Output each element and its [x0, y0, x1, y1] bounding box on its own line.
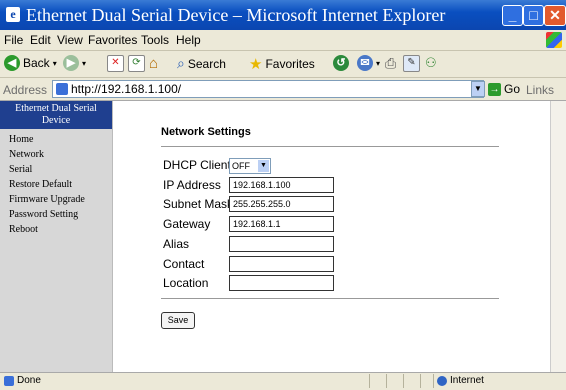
- minimize-button[interactable]: _: [502, 5, 523, 26]
- contact-label: Contact: [163, 257, 205, 271]
- edit-icon: ✎: [403, 55, 420, 72]
- sidebar-item-network[interactable]: Network: [9, 147, 112, 162]
- menu-tools[interactable]: Tools: [141, 33, 169, 47]
- contact-field[interactable]: [229, 256, 334, 272]
- gateway-field[interactable]: 192.168.1.1: [229, 216, 334, 232]
- status-bar: Done Internet: [0, 372, 566, 390]
- address-input[interactable]: http://192.168.1.100/: [52, 80, 484, 98]
- sidebar-item-home[interactable]: Home: [9, 132, 112, 147]
- print-button[interactable]: ⎙: [385, 55, 396, 72]
- status-divider: [403, 374, 404, 388]
- chevron-down-icon: ▼: [258, 160, 269, 172]
- sidebar-item-serial[interactable]: Serial: [9, 162, 112, 177]
- save-button[interactable]: Save: [161, 312, 195, 329]
- links-button[interactable]: Links: [526, 83, 554, 97]
- home-icon: ⌂: [149, 55, 159, 72]
- page-done-icon: [4, 375, 14, 386]
- location-field[interactable]: [229, 275, 334, 291]
- ip-address-field[interactable]: 192.168.1.100: [229, 177, 334, 193]
- forward-button[interactable]: ▶ ▾: [63, 55, 86, 71]
- zone-text: Internet: [450, 375, 484, 386]
- menu-bar: File Edit View Favorites Tools Help: [0, 30, 566, 51]
- status-divider: [420, 374, 421, 388]
- search-label: Search: [187, 56, 226, 71]
- search-icon: ⌕: [177, 55, 185, 71]
- go-button[interactable]: → Go: [488, 82, 520, 96]
- dhcp-select-value: OFF: [232, 161, 250, 171]
- network-settings-form: Network Settings DHCP Client OFF ▼ IP Ad…: [112, 101, 550, 372]
- home-button[interactable]: ⌂: [149, 55, 158, 72]
- favorites-star-icon: ★: [249, 56, 263, 73]
- windows-flag-icon: [546, 32, 562, 48]
- address-bar: Address http://192.168.1.100/ ▼ → Go Lin…: [0, 78, 566, 101]
- alias-label: Alias: [163, 237, 190, 251]
- menu-favorites[interactable]: Favorites: [88, 33, 137, 47]
- status-text: Done: [17, 375, 41, 386]
- menu-edit[interactable]: Edit: [30, 33, 51, 47]
- sidebar-item-firmware-upgrade[interactable]: Firmware Upgrade: [9, 192, 112, 207]
- address-label: Address: [3, 83, 48, 97]
- menu-view[interactable]: View: [57, 33, 83, 47]
- ip-address-label: IP Address: [163, 178, 221, 192]
- mail-button[interactable]: ✉ ▾: [357, 55, 380, 71]
- history-button[interactable]: ↺: [333, 55, 349, 71]
- location-label: Location: [163, 276, 209, 290]
- sidebar-item-password-setting[interactable]: Password Setting: [9, 207, 112, 222]
- menu-file[interactable]: File: [4, 33, 23, 47]
- internet-globe-icon: [437, 375, 447, 386]
- status-divider: [386, 374, 387, 388]
- refresh-icon: ⟳: [128, 55, 145, 72]
- messenger-button[interactable]: ⚇: [425, 55, 437, 71]
- stop-button[interactable]: ✕: [107, 55, 124, 72]
- subnet-mask-field[interactable]: 255.255.255.0: [229, 196, 334, 212]
- window-title: Ethernet Dual Serial Device – Microsoft …: [26, 5, 446, 25]
- status-divider: [369, 374, 370, 388]
- maximize-button[interactable]: □: [523, 5, 544, 26]
- go-arrow-icon: →: [488, 82, 501, 96]
- edit-button[interactable]: ✎: [403, 55, 420, 72]
- heading-divider: [161, 146, 499, 147]
- stop-icon: ✕: [107, 55, 124, 72]
- ie-logo-icon: e: [6, 7, 20, 22]
- form-divider: [161, 298, 499, 299]
- dhcp-label: DHCP Client: [163, 158, 231, 172]
- page-icon: [56, 83, 68, 95]
- go-label: Go: [504, 82, 521, 96]
- address-dropdown-icon[interactable]: ▼: [471, 81, 485, 97]
- print-icon: ⎙: [385, 55, 397, 71]
- title-bar: e Ethernet Dual Serial Device – Microsof…: [0, 0, 566, 30]
- favorites-button[interactable]: ★ Favorites: [249, 55, 315, 73]
- alias-field[interactable]: [229, 236, 334, 252]
- search-button[interactable]: ⌕ Search: [177, 55, 226, 72]
- security-zone: Internet: [437, 375, 484, 386]
- gateway-label: Gateway: [163, 217, 211, 231]
- mail-icon: ✉: [357, 55, 373, 71]
- mail-dropdown-icon[interactable]: ▾: [376, 59, 380, 68]
- history-icon: ↺: [333, 55, 349, 71]
- close-button[interactable]: ✕: [544, 5, 566, 26]
- back-button[interactable]: ◀ Back ▾: [4, 55, 57, 71]
- status-divider: [433, 374, 434, 388]
- dhcp-select[interactable]: OFF ▼: [229, 158, 271, 174]
- toolbar: ◀ Back ▾ ▶ ▾ ✕ ⟳ ⌂ ⌕ Search ★ Favorites …: [0, 51, 566, 78]
- forward-dropdown-icon[interactable]: ▾: [82, 59, 86, 68]
- page-title: Network Settings: [161, 126, 251, 138]
- sidebar-nav: Ethernet Dual Serial Device Home Network…: [0, 101, 113, 372]
- menu-help[interactable]: Help: [176, 33, 201, 47]
- sidebar-item-restore-default[interactable]: Restore Default: [9, 177, 112, 192]
- status-done: Done: [4, 375, 41, 386]
- back-dropdown-icon[interactable]: ▾: [53, 59, 57, 68]
- back-arrow-icon: ◀: [4, 55, 20, 71]
- refresh-button[interactable]: ⟳: [128, 55, 145, 72]
- favorites-label: Favorites: [265, 57, 315, 71]
- back-label: Back: [23, 56, 50, 70]
- sidebar-item-reboot[interactable]: Reboot: [9, 222, 112, 237]
- forward-arrow-icon: ▶: [63, 55, 79, 71]
- vertical-scrollbar[interactable]: [550, 101, 566, 372]
- subnet-mask-label: Subnet Mask: [163, 197, 234, 211]
- address-url: http://192.168.1.100/: [71, 82, 182, 96]
- sidebar-header: Ethernet Dual Serial Device: [0, 101, 112, 129]
- messenger-icon: ⚇: [425, 55, 437, 70]
